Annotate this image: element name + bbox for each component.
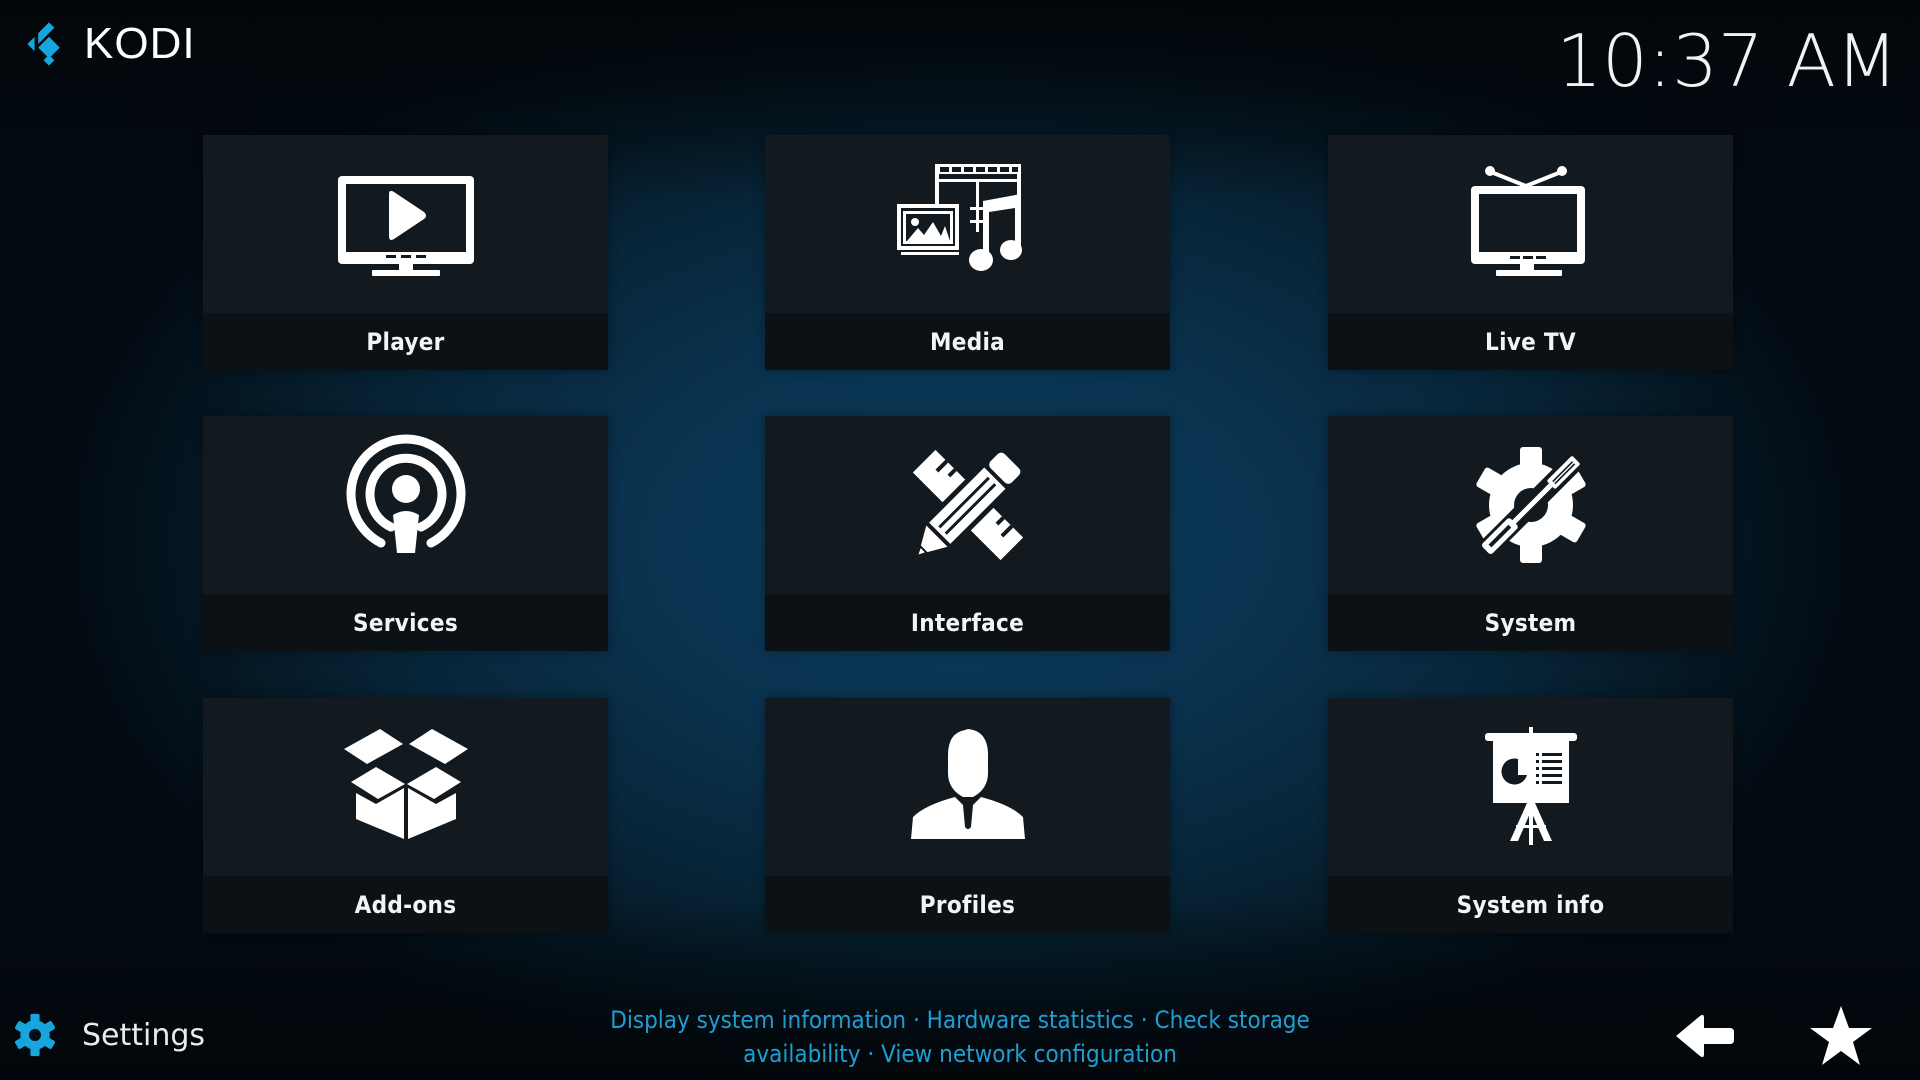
tile-label: Live TV bbox=[1485, 327, 1576, 356]
tile-label: Interface bbox=[910, 608, 1025, 637]
tile-label: System info bbox=[1456, 890, 1605, 919]
user-icon bbox=[910, 729, 1025, 839]
media-library-icon bbox=[896, 164, 1022, 271]
section-indicator: Settings bbox=[12, 1012, 205, 1058]
clock: 10:37 AM bbox=[1556, 19, 1898, 103]
presentation-icon bbox=[1484, 727, 1577, 845]
tile-system[interactable]: System bbox=[1328, 416, 1733, 651]
tile-label: Profiles bbox=[919, 890, 1016, 919]
app-name: KODI bbox=[84, 19, 196, 68]
tile-services[interactable]: Services bbox=[203, 416, 608, 651]
tile-add-ons[interactable]: Add-ons bbox=[203, 698, 608, 933]
gear-icon bbox=[15, 1013, 55, 1057]
tile-label: Player bbox=[366, 327, 445, 356]
pencil-ruler-icon bbox=[912, 449, 1023, 561]
tile-label: Media bbox=[929, 327, 1006, 356]
back-arrow-icon bbox=[1676, 1014, 1734, 1058]
tile-label: System bbox=[1484, 608, 1577, 637]
tile-player[interactable]: Player bbox=[203, 135, 608, 370]
section-label: Settings bbox=[82, 1017, 206, 1053]
tile-media[interactable]: Media bbox=[765, 135, 1170, 370]
gear-screwdriver-icon bbox=[1475, 447, 1586, 563]
star-icon bbox=[1810, 1006, 1872, 1065]
tile-label: Add-ons bbox=[354, 890, 457, 919]
favourites-button[interactable] bbox=[1808, 1002, 1874, 1068]
kodi-logo: KODI bbox=[22, 18, 196, 70]
back-button[interactable] bbox=[1672, 1010, 1738, 1062]
tv-antenna-icon bbox=[1470, 166, 1585, 276]
tile-label: Services bbox=[352, 608, 459, 637]
tile-profiles[interactable]: Profiles bbox=[765, 698, 1170, 933]
broadcast-icon bbox=[346, 434, 465, 553]
monitor-play-icon bbox=[337, 176, 474, 276]
tile-system-info[interactable]: System info bbox=[1328, 698, 1733, 933]
kodi-logo-icon bbox=[27, 22, 60, 66]
item-description: Display system information · Hardware st… bbox=[560, 1003, 1360, 1071]
tile-live-tv[interactable]: Live TV bbox=[1328, 135, 1733, 370]
tile-interface[interactable]: Interface bbox=[765, 416, 1170, 651]
open-box-icon bbox=[343, 729, 468, 839]
description-line-1: Display system information · Hardware st… bbox=[610, 1006, 1310, 1034]
description-line-2: availability · View network configuratio… bbox=[743, 1040, 1177, 1068]
